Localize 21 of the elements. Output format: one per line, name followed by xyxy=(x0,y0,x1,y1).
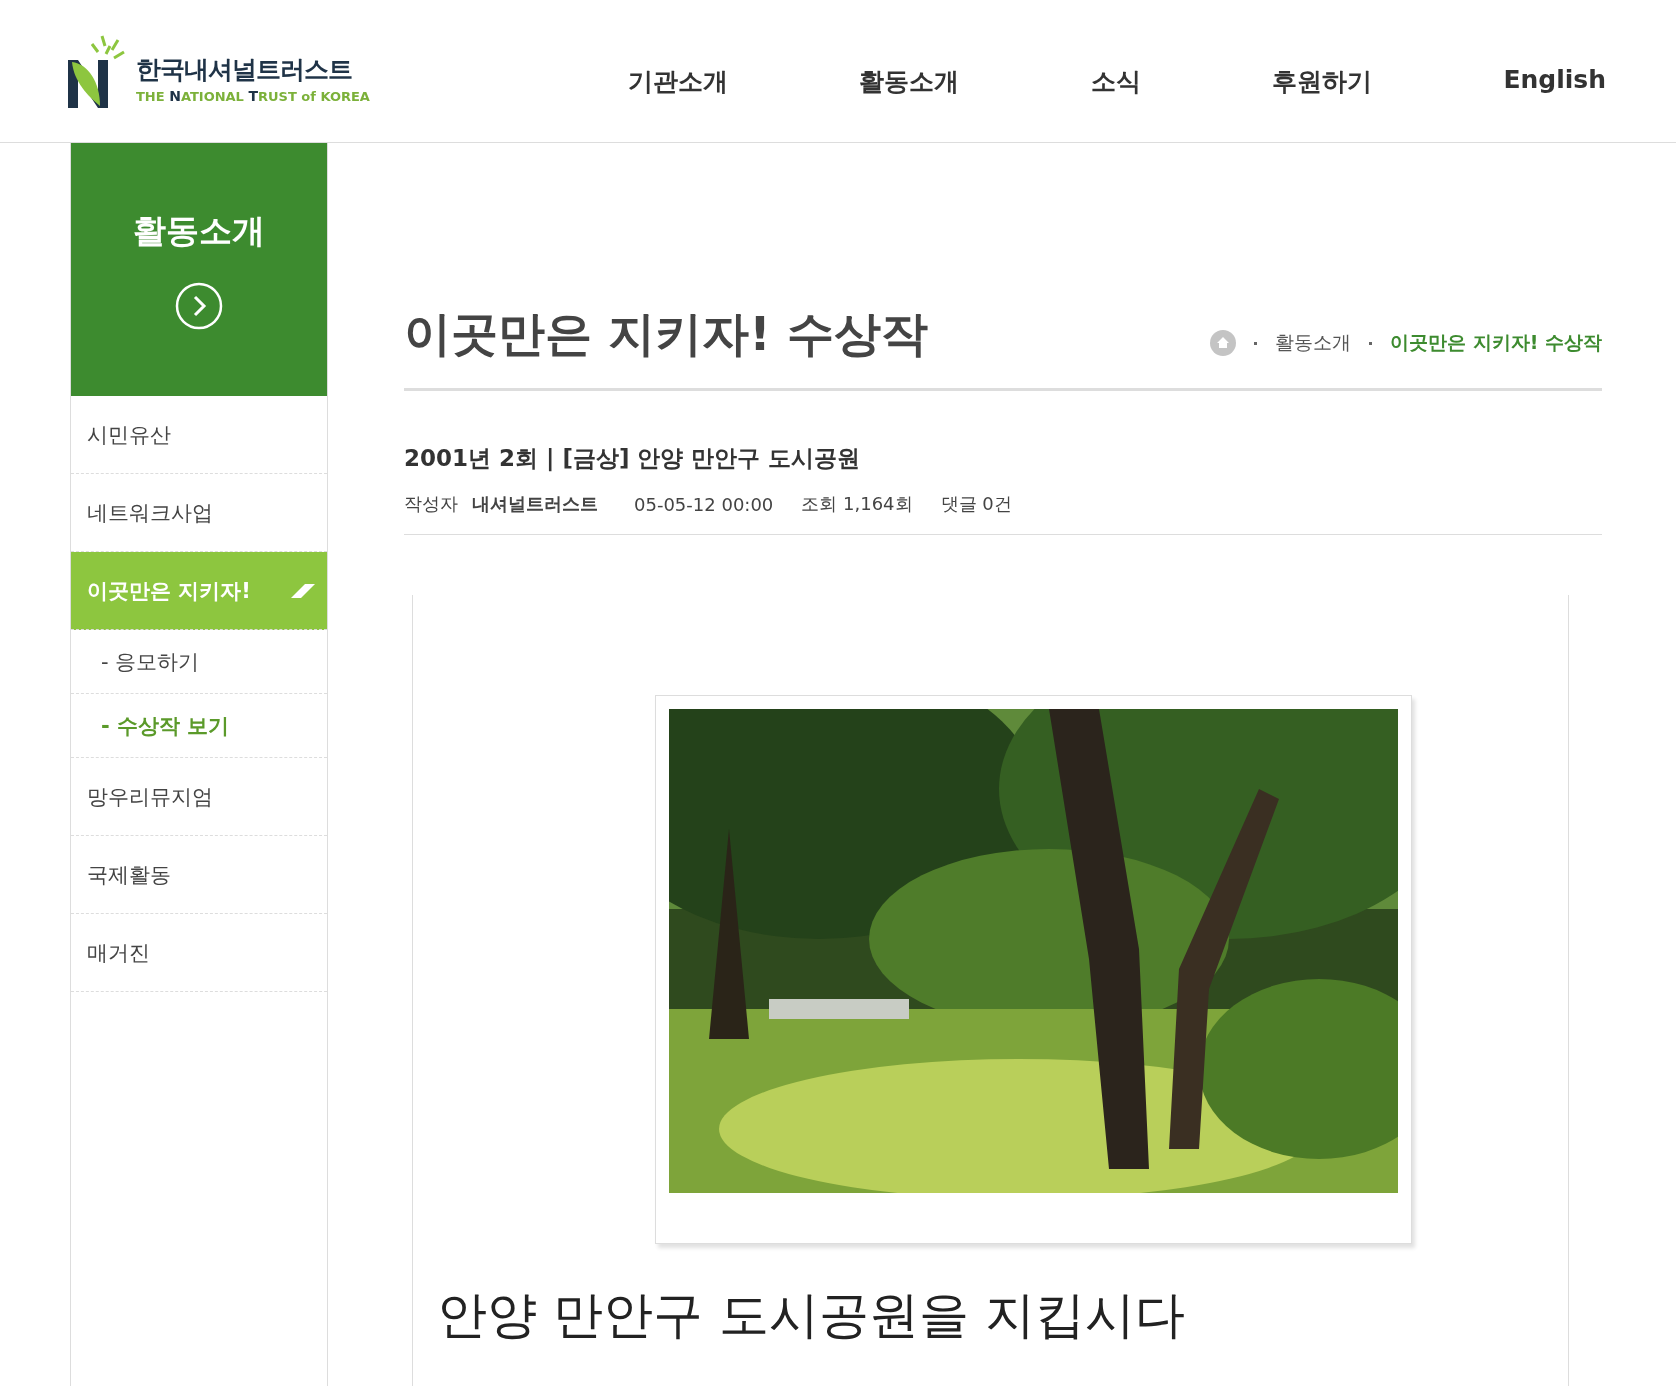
page-title: 이곳만은 지키자! 수상작 xyxy=(404,305,929,363)
chevron-circle-icon[interactable] xyxy=(175,282,223,330)
nav-link[interactable]: 기관소개 xyxy=(628,64,728,98)
logo-name: 한국내셔널트러스트 xyxy=(136,54,353,86)
nav-link[interactable]: English xyxy=(1503,64,1606,98)
logo-tagline: THE NATIONAL TRUST of KOREA xyxy=(136,88,370,104)
nav-link[interactable]: 후원하기 xyxy=(1272,64,1373,98)
sidebar-title: 활동소개 xyxy=(133,210,265,252)
author-label: 작성자 xyxy=(404,492,458,516)
comment-count: 댓글 0건 xyxy=(940,492,1012,516)
nav-link[interactable]: 활동소개 xyxy=(859,64,960,98)
nav-link[interactable]: 소식 xyxy=(1090,64,1141,98)
photo-caption: 안양 만안구 도시공원을 지킵시다 xyxy=(437,1285,1185,1346)
sidebar-subitem[interactable]: - 응모하기 xyxy=(71,630,327,694)
post-date: 05-05-12 00:00 xyxy=(634,493,774,515)
breadcrumb-item[interactable]: 활동소개 xyxy=(1275,330,1352,356)
post-title: 2001년 2회 | [금상] 안양 만안구 도시공원 xyxy=(404,444,862,474)
breadcrumb-item[interactable]: 이곳만은 지키자! 수상작 xyxy=(1390,330,1602,356)
pencil-icon xyxy=(291,583,315,598)
author-name: 내셔널트러스트 xyxy=(472,492,598,516)
view-count: 조회 1,164회 xyxy=(801,492,913,516)
